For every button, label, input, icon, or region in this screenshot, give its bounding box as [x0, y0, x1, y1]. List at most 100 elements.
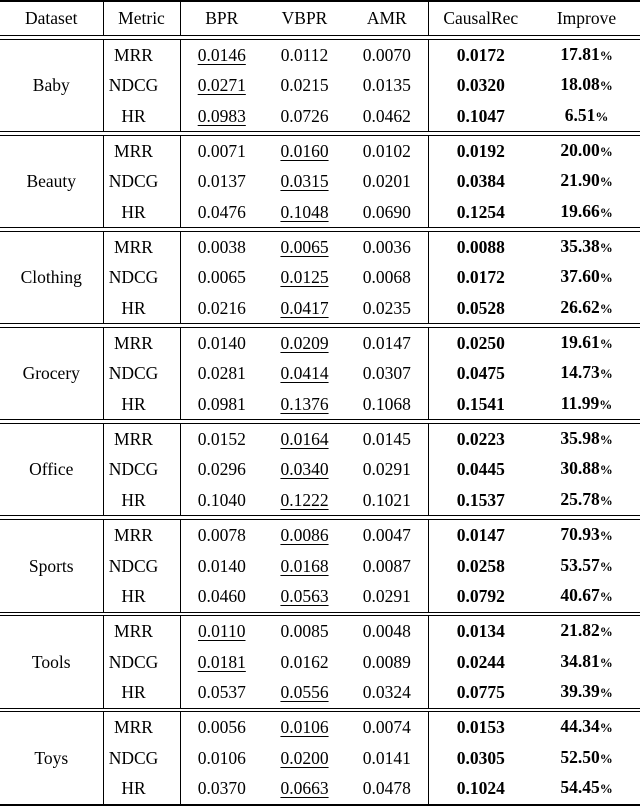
- percent-sign: %: [599, 781, 613, 797]
- table-row: Baby MRR 0.0146 0.0112 0.0070 0.0172 17.81%: [0, 39, 640, 95]
- cell-vbpr: 0.0085: [280, 621, 329, 642]
- percent-sign: %: [595, 108, 609, 124]
- metric-label: HR: [102, 388, 180, 420]
- cell-bpr: 0.0983: [179, 100, 263, 132]
- cell-causalrec: 0.0153: [427, 711, 533, 743]
- underlined-value: 0.0086: [280, 525, 329, 546]
- cell-amr: 0.0102: [362, 140, 411, 161]
- cell-amr: 0.0324: [362, 682, 411, 703]
- metric-label: NDCG: [102, 166, 180, 197]
- cell-improve: 40.67%: [533, 581, 640, 612]
- table-row: Tools MRR 0.0110 0.0085 0.0048 0.0134 21.82%: [0, 615, 640, 672]
- dataset-label: Clothing: [20, 267, 82, 288]
- improve-value: 14.73: [560, 362, 600, 383]
- improve-value: 53.57: [560, 554, 600, 575]
- cell-causalrec: 0.1024: [427, 773, 533, 805]
- metric-label: HR: [102, 773, 180, 805]
- cell-causalrec: 0.0244: [427, 646, 533, 678]
- cell-amr: 0.0235: [362, 297, 411, 318]
- cell-causalrec: 0.0475: [427, 358, 533, 389]
- improve-value: 11.99: [560, 392, 600, 413]
- cell-vbpr: 0.0086: [263, 520, 346, 551]
- metric-label: NDCG: [102, 646, 180, 678]
- cell-bpr: 0.0038: [179, 231, 263, 263]
- improve-value: 54.45: [560, 777, 600, 798]
- metric-label: MRR: [102, 39, 180, 71]
- cell-bpr: 0.0216: [179, 292, 263, 324]
- underlined-value: 0.0106: [280, 717, 329, 738]
- cell-vbpr: 0.0162: [280, 651, 329, 672]
- cell-bpr: 0.0271: [179, 70, 263, 101]
- column-header-amr: AMR: [366, 8, 407, 28]
- improve-value: 35.98: [560, 427, 600, 448]
- cell-vbpr: 0.0215: [280, 75, 329, 96]
- cell-improve: 18.08%: [533, 70, 640, 101]
- underlined-value: 0.0983: [197, 105, 246, 126]
- underlined-value: 0.0556: [280, 682, 329, 703]
- underlined-value: 0.0146: [197, 44, 246, 65]
- percent-sign: %: [599, 685, 613, 701]
- metric-label: NDCG: [102, 70, 180, 101]
- cell-causalrec: 0.0147: [427, 519, 533, 551]
- metric-label: MRR: [102, 711, 180, 743]
- dataset-label: Toys: [34, 747, 69, 768]
- cell-improve: 6.51%: [533, 101, 640, 132]
- percent-sign: %: [599, 239, 613, 255]
- metric-label: MRR: [102, 327, 180, 359]
- cell-amr: 0.1068: [362, 393, 411, 414]
- cell-amr: 0.0070: [362, 44, 411, 65]
- improve-value: 20.00: [560, 139, 600, 160]
- underlined-value: 0.0200: [280, 747, 329, 768]
- underlined-value: 0.0209: [280, 332, 329, 353]
- cell-amr: 0.0141: [362, 747, 411, 768]
- cell-vbpr: 0.0726: [280, 105, 329, 126]
- improve-value: 25.78: [560, 488, 600, 509]
- cell-vbpr: 0.1376: [263, 389, 346, 420]
- cell-causalrec: 0.0192: [427, 135, 533, 167]
- cell-bpr: 0.0981: [179, 388, 263, 420]
- cell-improve: 34.81%: [533, 647, 640, 678]
- cell-bpr: 0.0460: [179, 581, 263, 613]
- improve-value: 21.82: [560, 620, 600, 641]
- cell-improve: 30.88%: [533, 454, 640, 485]
- underlined-value: 0.0110: [198, 621, 246, 642]
- cell-amr: 0.0068: [362, 267, 411, 288]
- cell-causalrec: 0.1541: [427, 388, 533, 420]
- percent-sign: %: [599, 300, 613, 316]
- cell-causalrec: 0.0223: [427, 423, 533, 455]
- cell-vbpr: 0.0112: [280, 44, 329, 65]
- underlined-value: 0.1222: [280, 489, 329, 510]
- percent-sign: %: [599, 204, 613, 220]
- column-header-bpr: BPR: [179, 2, 263, 36]
- cell-vbpr: 0.0563: [263, 581, 346, 612]
- metric-label: MRR: [102, 231, 180, 263]
- table-row: Grocery MRR 0.0140 0.0209 0.0147 0.0250 19.61%: [0, 327, 640, 383]
- percent-sign: %: [599, 47, 613, 63]
- cell-improve: 20.00%: [533, 135, 640, 166]
- table-header-row: Dataset Metric BPR VBPR AMR CausalRec Improve: [0, 2, 640, 36]
- percent-sign: %: [599, 654, 613, 670]
- cell-causalrec: 0.0172: [427, 262, 533, 293]
- cell-causalrec: 0.0258: [427, 550, 533, 582]
- improve-value: 40.67: [560, 585, 600, 606]
- improve-value: 39.39: [560, 681, 600, 702]
- improve-value: 34.81: [560, 650, 600, 671]
- cell-amr: 0.0047: [362, 525, 411, 546]
- column-header-vbpr: VBPR: [281, 8, 328, 28]
- cell-amr: 0.0478: [362, 778, 411, 799]
- cell-improve: 52.50%: [533, 743, 640, 774]
- cell-amr: 0.0145: [362, 428, 411, 449]
- cell-vbpr: 0.0315: [263, 166, 346, 197]
- underlined-value: 0.0065: [280, 236, 329, 257]
- cell-amr: 0.0074: [362, 717, 411, 738]
- cell-amr: 0.1021: [362, 489, 411, 510]
- metric-label: MRR: [102, 423, 180, 455]
- cell-improve: 25.78%: [533, 485, 640, 516]
- cell-amr: 0.0135: [362, 75, 411, 96]
- metric-label: NDCG: [102, 742, 180, 774]
- underlined-value: 0.0417: [280, 297, 329, 318]
- dataset-label: Office: [29, 459, 74, 480]
- cell-improve: 19.66%: [533, 197, 640, 228]
- cell-vbpr: 0.0417: [263, 293, 346, 324]
- underlined-value: 0.0181: [197, 651, 246, 672]
